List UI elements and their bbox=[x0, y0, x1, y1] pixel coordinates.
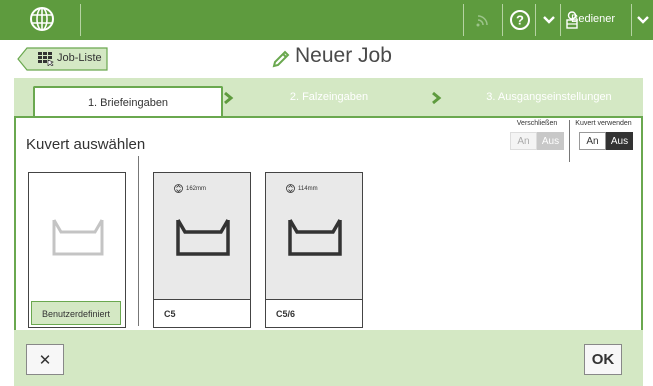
envelope-size: 114mm bbox=[298, 185, 318, 192]
seal-label: Verschließen bbox=[516, 120, 558, 127]
use-envelope-on-button[interactable]: An bbox=[579, 132, 606, 150]
use-envelope-label: Kuvert verwenden bbox=[575, 120, 632, 127]
use-envelope-off-button[interactable]: Aus bbox=[606, 132, 633, 150]
help-icon[interactable]: ? bbox=[508, 8, 532, 32]
close-icon: ✕ bbox=[38, 351, 52, 369]
topbar-divider bbox=[502, 4, 503, 36]
topbar-divider bbox=[535, 4, 536, 36]
svg-text:?: ? bbox=[516, 13, 524, 28]
envelope-panel: Kuvert auswählen Verschließen An Aus Kuv… bbox=[14, 116, 643, 330]
tab-letter-inputs[interactable]: 1. Briefeingaben bbox=[33, 86, 223, 118]
user-role-label[interactable]: Bediener bbox=[571, 13, 615, 25]
envelope-size-label: 114mm bbox=[286, 184, 318, 193]
chevron-right-icon bbox=[224, 91, 234, 105]
use-envelope-toggle-group: Kuvert verwenden An Aus bbox=[574, 120, 633, 150]
back-button-label: Job-Liste bbox=[57, 52, 102, 64]
envelope-card-label: C5/6 bbox=[266, 299, 362, 327]
envelope-card-label: C5 bbox=[154, 299, 250, 327]
seal-toggle-group: Verschließen An Aus bbox=[510, 120, 564, 150]
topbar-divider bbox=[80, 4, 81, 36]
envelope-icon bbox=[176, 219, 230, 256]
toggle-divider bbox=[569, 120, 570, 162]
height-icon bbox=[286, 184, 295, 193]
envelope-size: 162mm bbox=[186, 185, 207, 192]
envelope-card-c5-6[interactable]: 114mm C5/6 bbox=[265, 172, 363, 328]
wifi-icon[interactable] bbox=[471, 8, 495, 32]
envelope-card-custom[interactable]: Benutzerdefiniert bbox=[28, 172, 126, 328]
top-bar: ? Bediener bbox=[0, 0, 653, 40]
tab-fold-inputs[interactable]: 2. Falzeingaben bbox=[254, 78, 404, 116]
topbar-divider bbox=[631, 4, 632, 36]
globe-logo-icon bbox=[30, 7, 54, 31]
card-divider bbox=[138, 156, 139, 326]
job-list-back-button[interactable]: Job-Liste bbox=[17, 47, 109, 71]
envelope-size-label: 162mm bbox=[174, 184, 206, 193]
topbar-divider bbox=[463, 4, 464, 36]
page-title: Neuer Job bbox=[295, 44, 392, 67]
cancel-button[interactable]: ✕ bbox=[26, 344, 64, 375]
seal-off-button[interactable]: Aus bbox=[537, 132, 564, 150]
envelope-icon bbox=[52, 219, 104, 256]
seal-on-button[interactable]: An bbox=[510, 132, 537, 150]
height-icon bbox=[174, 184, 183, 193]
ok-button[interactable]: OK bbox=[584, 344, 622, 375]
pencil-icon bbox=[272, 50, 290, 68]
tab-output-settings[interactable]: 3. Ausgangseinstellungen bbox=[459, 78, 639, 116]
section-title: Kuvert auswählen bbox=[26, 136, 146, 153]
footer-bar: ✕ OK bbox=[14, 330, 643, 386]
envelope-card-label: Benutzerdefiniert bbox=[31, 301, 121, 325]
chevron-down-icon[interactable] bbox=[537, 8, 561, 32]
job-list-icon bbox=[38, 52, 54, 66]
user-menu-chevron-icon[interactable] bbox=[634, 8, 652, 32]
envelope-icon bbox=[288, 219, 342, 256]
page-header: Job-Liste Neuer Job bbox=[0, 40, 653, 78]
wizard-tabs: 1. Briefeingaben 2. Falzeingaben 3. Ausg… bbox=[14, 78, 643, 118]
chevron-right-icon bbox=[432, 91, 442, 105]
envelope-card-c5[interactable]: 162mm C5 bbox=[153, 172, 251, 328]
